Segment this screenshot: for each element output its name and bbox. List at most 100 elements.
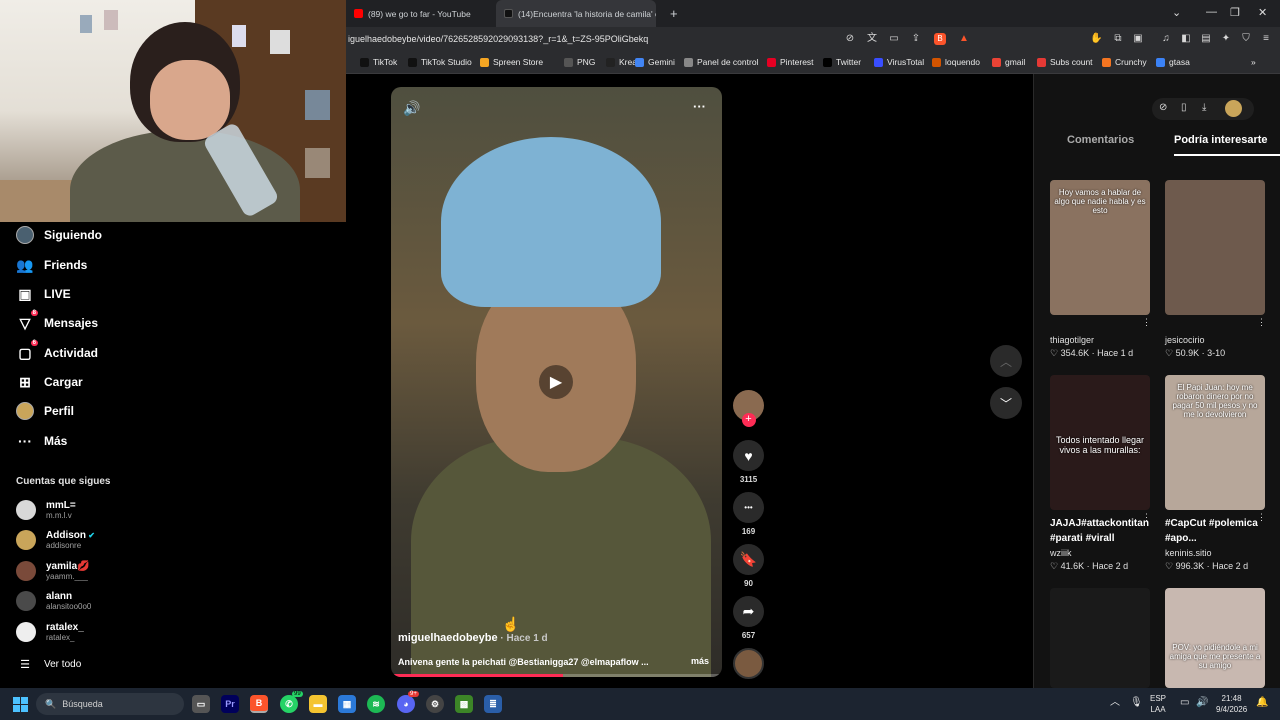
language-indicator[interactable]: ESP LAA bbox=[1150, 693, 1166, 715]
bookmark-panel-de-control[interactable]: Panel de control bbox=[684, 57, 758, 67]
new-tab-button[interactable]: + bbox=[662, 0, 682, 27]
bookmark-gemini[interactable]: Gemini bbox=[635, 57, 675, 67]
reader-icon[interactable]: ⊘ bbox=[844, 33, 856, 45]
previous-video-button[interactable]: ︿ bbox=[990, 345, 1022, 377]
suggested-video-thumbnail[interactable] bbox=[1050, 588, 1150, 688]
tray-expand-icon[interactable]: ︿ bbox=[1110, 697, 1120, 708]
share-icon[interactable]: ⇪ bbox=[910, 33, 922, 45]
like-button[interactable]: ♥ 3115 bbox=[733, 440, 764, 484]
caption-more-link[interactable]: más bbox=[691, 656, 709, 666]
whatsapp-icon[interactable]: ✆ bbox=[280, 695, 298, 713]
extension-icon-1[interactable]: ✋ bbox=[1090, 33, 1102, 45]
bookmark-virustotal[interactable]: VirusTotal bbox=[874, 57, 924, 67]
brave-rewards-icon[interactable]: ▲ bbox=[958, 33, 970, 45]
spotify-icon[interactable]: ≋ bbox=[367, 695, 385, 713]
tab-search-icon[interactable]: ⌄ bbox=[1172, 6, 1181, 19]
tab-suggestions[interactable]: Podría interesarte bbox=[1174, 134, 1268, 146]
vpn-icon[interactable]: ⛉ bbox=[1240, 33, 1252, 45]
card-username[interactable]: wziiik bbox=[1050, 548, 1072, 558]
extension-icon-2[interactable]: ▣ bbox=[1132, 33, 1144, 45]
device-icon[interactable]: ▯ bbox=[1181, 102, 1187, 113]
windows-start-button[interactable] bbox=[11, 695, 29, 713]
clock[interactable]: 21:48 9/4/2026 bbox=[1216, 693, 1247, 715]
bookmark-tiktok-studio[interactable]: TikTok Studio bbox=[408, 57, 472, 67]
url-field[interactable]: iguelhaedobeybe/video/762652859202909313… bbox=[348, 34, 648, 44]
card-more-icon[interactable]: ⋮ bbox=[1257, 317, 1266, 328]
sidebar-item-friends[interactable]: 👥 Friends bbox=[16, 256, 87, 274]
music-icon[interactable]: ♫ bbox=[1160, 33, 1172, 45]
video-player[interactable]: 🔊 ··· ▶ miguelhaedobeybe · Hace 1 d Aniv… bbox=[391, 87, 722, 677]
sidebar-item-siguiendo[interactable]: Siguiendo bbox=[16, 226, 102, 244]
sidebar-item-cargar[interactable]: ⊞ Cargar bbox=[16, 373, 83, 391]
more-options-icon[interactable]: ··· bbox=[693, 99, 706, 114]
menu-icon[interactable]: ≡ bbox=[1260, 33, 1272, 45]
following-account-item[interactable]: ratalex_ ratalex_ bbox=[16, 622, 84, 642]
comment-button[interactable]: ••• 169 bbox=[733, 492, 764, 536]
sound-disc-button[interactable] bbox=[733, 648, 764, 679]
author-avatar-button[interactable]: + bbox=[733, 390, 764, 427]
discord-icon[interactable]: ◕ bbox=[397, 695, 415, 713]
bookmark-pinterest[interactable]: Pinterest bbox=[767, 57, 814, 67]
progress-bar[interactable] bbox=[391, 674, 564, 677]
notepad-icon[interactable]: ≣ bbox=[484, 695, 502, 713]
suggested-video-thumbnail[interactable]: El Papi Juan: hoy me robaron dinero por … bbox=[1165, 375, 1265, 510]
bookmark-tiktok[interactable]: TikTok bbox=[360, 57, 397, 67]
store-icon[interactable]: ▦ bbox=[338, 695, 356, 713]
file-explorer-icon[interactable]: ▬ bbox=[309, 695, 327, 713]
leo-icon[interactable]: ✦ bbox=[1220, 33, 1232, 45]
next-video-button[interactable]: ﹀ bbox=[990, 387, 1022, 419]
bookmark-crunchy[interactable]: Crunchy bbox=[1102, 57, 1147, 67]
sidebar-item-perfil[interactable]: Perfil bbox=[16, 402, 74, 420]
close-icon[interactable]: ✕ bbox=[1258, 6, 1267, 19]
volume-tray-icon[interactable]: 🔊 bbox=[1196, 697, 1208, 708]
premiere-icon[interactable]: Pr bbox=[221, 695, 239, 713]
bookmark-loquendo[interactable]: loquendo bbox=[932, 57, 980, 67]
bookmark-krea[interactable]: Krea bbox=[606, 57, 637, 67]
following-account-item[interactable]: mmL= m.m.l.v bbox=[16, 500, 76, 520]
restore-icon[interactable]: ❐ bbox=[1230, 6, 1240, 19]
minimize-icon[interactable]: — bbox=[1206, 6, 1217, 18]
tab-tiktok[interactable]: (14)Encuentra 'la historia de camila' c bbox=[496, 0, 656, 27]
sidebar-icon[interactable]: ◧ bbox=[1180, 33, 1192, 45]
taskbar-search[interactable]: 🔍 Búsqueda bbox=[36, 693, 184, 715]
bookmark-subs-count[interactable]: Subs count bbox=[1037, 57, 1093, 67]
sidebar-item-m-s[interactable]: ··· Más bbox=[16, 432, 67, 450]
see-all-link[interactable]: ☰ Ver todo bbox=[16, 655, 81, 673]
brave-icon[interactable]: B bbox=[250, 695, 268, 713]
follow-plus-icon[interactable]: + bbox=[741, 413, 756, 427]
following-account-item[interactable]: yamila💋 yaamm.___ bbox=[16, 561, 90, 581]
puzzle-icon[interactable]: ⧉ bbox=[1112, 33, 1124, 45]
notification-bell-icon[interactable]: 🔔 bbox=[1256, 697, 1268, 708]
volume-icon[interactable]: 🔊 bbox=[403, 100, 420, 117]
video-author[interactable]: miguelhaedobeybe · Hace 1 d bbox=[398, 632, 548, 644]
card-username[interactable]: keninis.sitio bbox=[1165, 548, 1212, 558]
following-account-item[interactable]: Addison ✔ addisonre bbox=[16, 530, 95, 550]
save-button[interactable]: 🔖 90 bbox=[733, 544, 764, 588]
cast-icon[interactable]: ▭ bbox=[888, 33, 900, 45]
play-button[interactable]: ▶ bbox=[539, 365, 573, 399]
microphone-icon[interactable]: 🎙 bbox=[1130, 697, 1143, 708]
card-more-icon[interactable]: ⋮ bbox=[1142, 317, 1151, 328]
following-account-item[interactable]: alann alansitoo0o0 bbox=[16, 591, 91, 611]
suggested-video-thumbnail[interactable]: Hoy vamos a hablar de algo que nadie hab… bbox=[1050, 180, 1150, 315]
profile-avatar[interactable] bbox=[1225, 100, 1242, 117]
card-title[interactable]: #CapCut #polemica #apo... bbox=[1165, 516, 1270, 546]
download-icon[interactable]: ⤓ bbox=[1202, 102, 1206, 113]
wallet-icon[interactable]: ▤ bbox=[1200, 33, 1212, 45]
bookmarks-overflow-icon[interactable]: » bbox=[1251, 57, 1256, 67]
suggested-video-thumbnail[interactable]: POV: yo pidiéndole a mi amiga que me pre… bbox=[1165, 588, 1265, 688]
network-icon[interactable]: ▭ bbox=[1180, 697, 1189, 708]
share-button[interactable]: ➦ 657 bbox=[733, 596, 764, 640]
bookmark-png[interactable]: PNG bbox=[564, 57, 595, 67]
steam-icon[interactable]: ⚙ bbox=[426, 695, 444, 713]
tab-comments[interactable]: Comentarios bbox=[1067, 134, 1134, 146]
task-view-icon[interactable]: ▭ bbox=[192, 695, 210, 713]
minecraft-icon[interactable]: ▩ bbox=[455, 695, 473, 713]
sidebar-item-actividad[interactable]: ▢ 6 Actividad bbox=[16, 340, 98, 362]
compass-icon[interactable]: ⊘ bbox=[1159, 102, 1167, 113]
bookmark-spreen-store[interactable]: Spreen Store bbox=[480, 57, 543, 67]
tab-youtube[interactable]: (89) we go to far - YouTube bbox=[346, 0, 496, 27]
translate-icon[interactable]: 文 bbox=[866, 33, 878, 45]
sidebar-item-mensajes[interactable]: ▽ 8 Mensajes bbox=[16, 310, 98, 332]
suggested-video-thumbnail[interactable] bbox=[1165, 180, 1265, 315]
